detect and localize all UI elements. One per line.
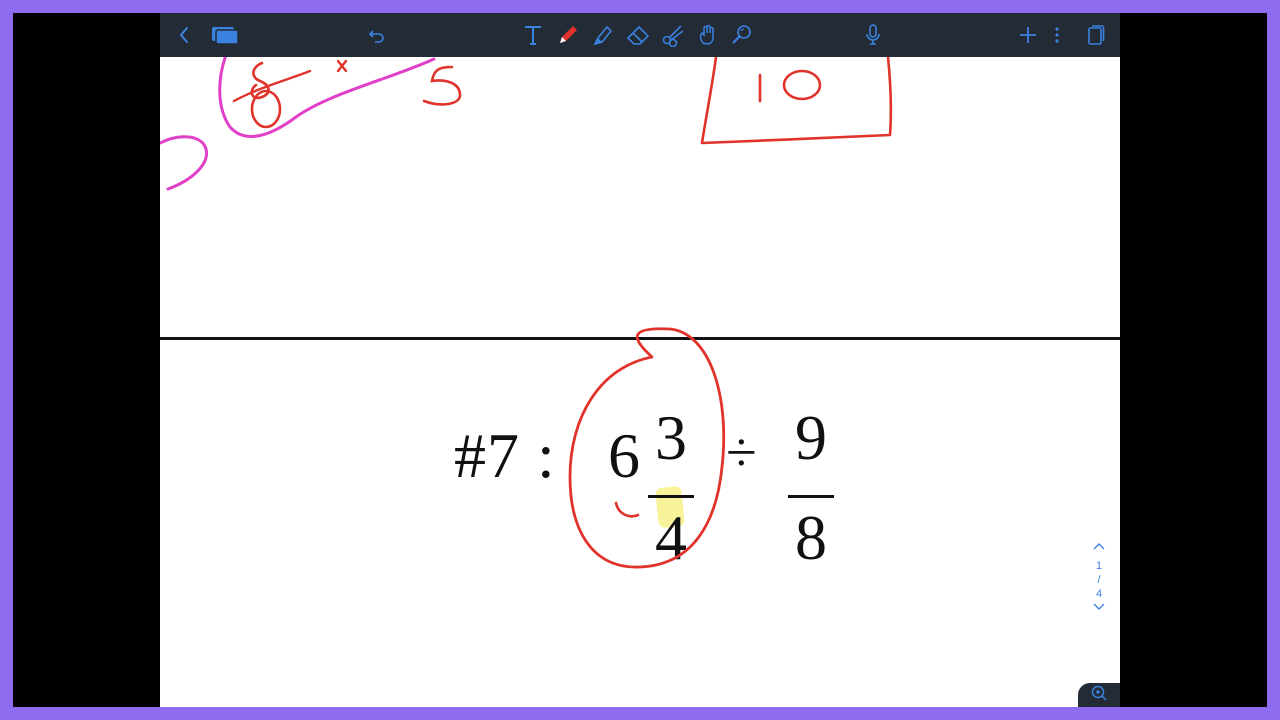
shapes-zoom-icon[interactable] [729, 22, 755, 48]
zoom-button[interactable] [1078, 683, 1120, 707]
fraction-2-denominator: 8 [795, 502, 827, 573]
whole-number: 6 [608, 420, 640, 491]
red-ink-strike [232, 69, 312, 103]
back-icon[interactable] [171, 22, 197, 48]
fraction-2-numerator: 9 [795, 402, 827, 473]
documents-icon[interactable] [210, 22, 240, 48]
page-up-icon[interactable] [1086, 541, 1112, 559]
red-ink-digit-0 [250, 89, 282, 129]
page-indicator: 1 / 4 [1086, 541, 1112, 619]
page-view-icon[interactable] [1083, 22, 1109, 48]
red-ink-small-arc [614, 501, 640, 518]
more-icon[interactable] [1049, 22, 1065, 48]
magenta-ink-curve-left [160, 135, 208, 191]
red-ink-digit-0-box [782, 69, 822, 101]
red-ink-digit-8 [250, 61, 270, 100]
magenta-ink-loop [218, 57, 436, 138]
fraction-1-numerator: 3 [655, 402, 687, 473]
notes-app: #7 : 6 3 4 ÷ 9 8 1 / 4 [160, 13, 1120, 707]
add-icon[interactable] [1015, 22, 1041, 48]
fraction-1-bar [648, 495, 694, 498]
page-down-icon[interactable] [1086, 601, 1112, 619]
undo-icon[interactable] [364, 22, 390, 48]
section-divider-line [160, 337, 1120, 340]
hand-pointer-icon[interactable] [695, 22, 721, 48]
top-toolbar [160, 13, 1120, 57]
red-ink-x [336, 59, 348, 73]
text-tool-icon[interactable] [520, 22, 546, 48]
fraction-1-denominator: 4 [655, 502, 687, 573]
highlighter-tool-icon[interactable] [590, 22, 616, 48]
fraction-2-bar [788, 495, 834, 498]
handwritten-ink-layer [160, 57, 893, 569]
note-page-canvas[interactable]: #7 : 6 3 4 ÷ 9 8 1 / 4 [160, 57, 1120, 707]
eraser-tool-icon[interactable] [625, 22, 651, 48]
page-separator: / [1097, 574, 1101, 586]
zoom-magnifier-icon [1090, 684, 1108, 707]
red-ink-box [700, 57, 893, 145]
scissors-lasso-icon[interactable] [661, 22, 687, 48]
problem-label: #7 : [454, 420, 556, 491]
microphone-icon[interactable] [860, 22, 886, 48]
red-ink-digit-5 [422, 65, 462, 106]
division-operator: ÷ [726, 422, 757, 484]
total-page-count: 4 [1095, 588, 1103, 600]
pen-tool-icon[interactable] [555, 22, 581, 48]
current-page-number: 1 [1095, 560, 1103, 572]
